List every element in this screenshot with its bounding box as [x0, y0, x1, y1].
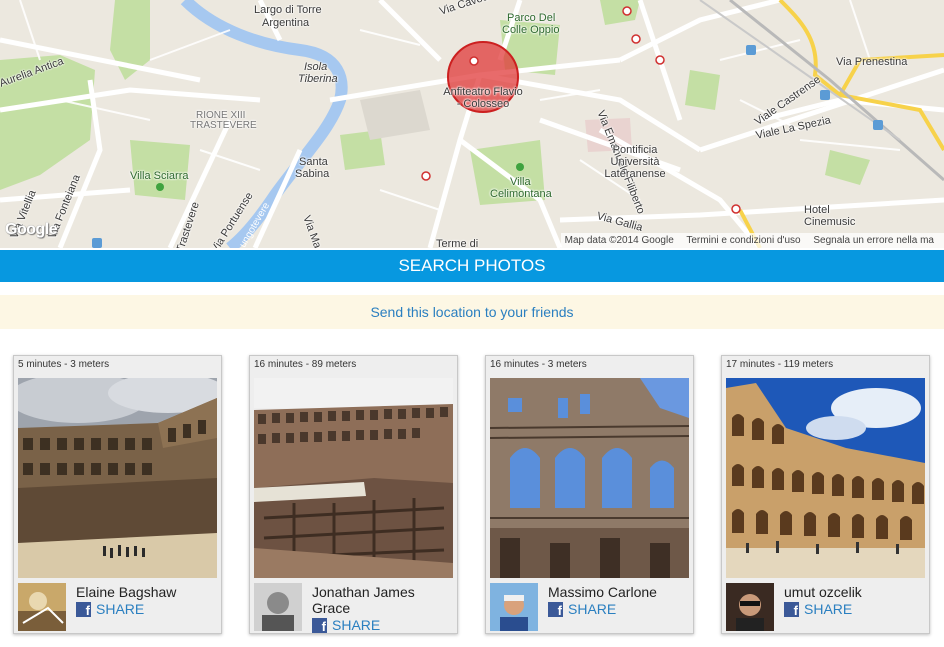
map-label-celimontana: Celimontana	[490, 188, 552, 200]
map-label-sabina: Sabina	[295, 168, 330, 180]
avatar[interactable]	[254, 583, 302, 631]
card-footer: Jonathan James Grace f SHARE	[250, 580, 457, 633]
map-label-universita: Università	[610, 156, 660, 168]
share-button[interactable]: f SHARE	[548, 601, 616, 617]
map-label-colosseo: - Colosseo	[456, 98, 510, 110]
user-name[interactable]: Elaine Bagshaw	[76, 584, 216, 600]
card-photo[interactable]	[18, 378, 217, 578]
user-name[interactable]: Massimo Carlone	[548, 584, 688, 600]
map-label-terme: Terme di	[436, 238, 479, 248]
photo-card-2[interactable]: 16 minutes - 89 meters Jonathan James Gr…	[249, 355, 458, 634]
google-logo: Google	[5, 221, 58, 238]
map-label-villa: Villa	[510, 176, 531, 188]
map-label-via-prenestina: Via Prenestina	[836, 56, 908, 68]
photo-card-1[interactable]: 5 minutes - 3 meters Elaine Bagshaw f SH…	[13, 355, 222, 634]
card-meta: 16 minutes - 3 meters	[490, 359, 587, 370]
card-meta: 17 minutes - 119 meters	[726, 359, 834, 370]
share-label: SHARE	[804, 601, 853, 617]
avatar[interactable]	[18, 583, 66, 631]
share-label: SHARE	[568, 601, 617, 617]
map-label-villa-sciarra: Villa Sciarra	[130, 170, 189, 182]
map-label-hotel: Hotel	[804, 204, 830, 216]
user-name[interactable]: Jonathan James Grace	[312, 584, 452, 616]
card-photo[interactable]	[254, 378, 453, 578]
facebook-icon: f	[312, 617, 327, 633]
avatar[interactable]	[490, 583, 538, 631]
map-label-tiberina: Tiberina	[298, 73, 338, 85]
send-location-bar: Send this location to your friends	[0, 295, 944, 329]
map-label-pontificia: Pontificia	[612, 144, 658, 156]
card-photo[interactable]	[726, 378, 925, 578]
card-meta: 16 minutes - 89 meters	[254, 359, 357, 370]
facebook-icon: f	[784, 601, 799, 617]
map-label-lateranense: Lateranense	[604, 168, 666, 180]
user-name[interactable]: umut ozcelik	[784, 584, 924, 600]
facebook-icon: f	[76, 601, 91, 617]
map-label-parco: Parco Del	[507, 12, 556, 24]
share-label: SHARE	[332, 617, 381, 633]
map-label-rione2: TRASTEVERE	[190, 120, 257, 131]
card-meta: 5 minutes - 3 meters	[18, 359, 110, 370]
map-label-colle-oppio: Colle Oppio	[502, 24, 560, 36]
share-label: SHARE	[96, 601, 145, 617]
map-label-santa: Santa	[299, 156, 328, 168]
facebook-icon: f	[548, 601, 563, 617]
map-attribution: Map data ©2014 Google Termini e condizio…	[560, 233, 944, 248]
map[interactable]: Largo di Torre Argentina Via Cavour Parc…	[0, 0, 944, 248]
map-data-text: Map data ©2014 Google	[564, 235, 674, 246]
map-label-argentina: Argentina	[262, 17, 310, 29]
map-terms-link[interactable]: Termini e condizioni d'uso	[686, 235, 800, 246]
card-footer: Elaine Bagshaw f SHARE	[14, 580, 221, 633]
map-report-link[interactable]: Segnala un errore nella ma	[813, 235, 934, 246]
send-location-link[interactable]: Send this location to your friends	[370, 304, 573, 320]
search-photos-button[interactable]: SEARCH PHOTOS	[0, 250, 944, 282]
card-photo[interactable]	[490, 378, 689, 578]
avatar[interactable]	[726, 583, 774, 631]
map-label-isola: Isola	[304, 61, 328, 73]
map-label-anfiteatro: Anfiteatro Flavio	[443, 86, 523, 98]
photo-card-3[interactable]: 16 minutes - 3 meters Massimo Carlone f …	[485, 355, 694, 634]
share-button[interactable]: f SHARE	[312, 617, 380, 633]
card-footer: umut ozcelik f SHARE	[722, 580, 929, 633]
share-button[interactable]: f SHARE	[76, 601, 144, 617]
map-label-cinemusic: Cinemusic	[804, 216, 856, 228]
photo-card-4[interactable]: 17 minutes - 119 meters umut ozcelik f S…	[721, 355, 930, 634]
map-label-largo: Largo di Torre	[254, 4, 322, 16]
card-footer: Massimo Carlone f SHARE	[486, 580, 693, 633]
share-button[interactable]: f SHARE	[784, 601, 852, 617]
